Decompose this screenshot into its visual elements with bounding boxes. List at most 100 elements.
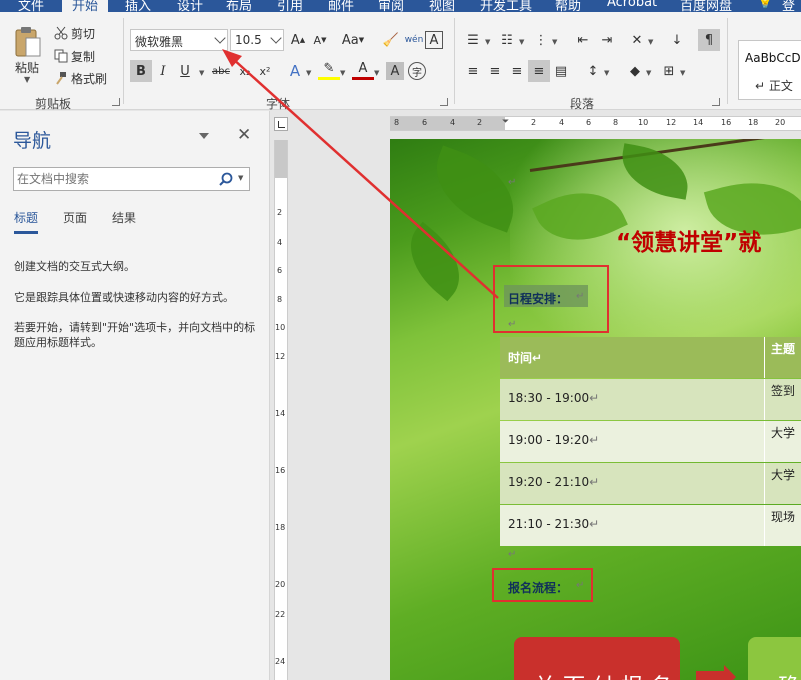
clear-format-icon[interactable]: 🧹 <box>380 29 402 51</box>
chevron-down-icon[interactable]: ▼ <box>646 69 651 77</box>
table-cell[interactable]: 19:20 - 21:10↵ <box>500 463 763 504</box>
tab-developer[interactable]: 开发工具 <box>480 0 532 12</box>
multilevel-list-icon[interactable]: ⋮ <box>530 29 552 51</box>
highlight-icon[interactable]: ✎ <box>318 60 340 80</box>
subscript-button[interactable]: x₂ <box>234 60 256 82</box>
style-normal[interactable]: AaBbCcDd ↵ 正文 <box>738 40 801 100</box>
justify-icon[interactable]: ≡ <box>528 60 550 82</box>
tab-file[interactable]: 文件 <box>18 0 44 12</box>
paste-button[interactable]: 粘贴 <box>15 59 39 76</box>
format-painter-button[interactable]: 格式刷 <box>54 69 107 87</box>
italic-button[interactable]: I <box>152 60 174 82</box>
chevron-down-icon[interactable]: ▼ <box>340 69 345 77</box>
tab-home[interactable]: 开始 <box>62 0 109 12</box>
chevron-down-icon[interactable]: ▼ <box>24 75 30 84</box>
paste-icon[interactable] <box>14 26 42 58</box>
grow-font-button[interactable]: A ▲ <box>287 29 309 51</box>
increase-indent-icon[interactable]: ⇥ <box>596 29 618 51</box>
chevron-down-icon[interactable]: ▼ <box>648 38 653 46</box>
table-cell[interactable]: 19:00 - 19:20↵ <box>500 421 763 462</box>
text-effects-icon[interactable]: A <box>284 60 306 82</box>
superscript-button[interactable]: x² <box>254 60 276 82</box>
font-color-icon[interactable]: A <box>352 60 374 80</box>
signup-step-button[interactable]: 关 而 付 报 名 <box>514 637 680 680</box>
bold-button[interactable]: B <box>130 60 152 82</box>
tab-design[interactable]: 设计 <box>177 0 203 12</box>
tab-acrobat[interactable]: Acrobat <box>607 0 657 10</box>
char-border-button[interactable]: A <box>425 31 443 49</box>
chevron-down-icon[interactable] <box>270 32 282 44</box>
chevron-down-icon[interactable] <box>199 133 209 139</box>
font-launcher-icon[interactable] <box>440 98 448 106</box>
search-icon[interactable] <box>219 172 233 186</box>
nav-tab-pages[interactable]: 页面 <box>63 209 87 226</box>
tab-login[interactable]: 登 <box>782 0 795 12</box>
cut-button[interactable]: 剪切 <box>54 24 95 42</box>
font-name-combo[interactable]: 微软雅黑 <box>130 29 228 51</box>
shading-bucket-icon[interactable]: ◆ <box>624 60 646 82</box>
table-cell[interactable]: 18:30 - 19:00↵ <box>500 379 763 420</box>
chinese-layout-icon[interactable]: ✕ <box>626 29 648 51</box>
table-header-cell[interactable]: 主题 <box>764 337 801 378</box>
table-header-cell[interactable]: 时间↵ <box>500 337 763 378</box>
chevron-down-icon[interactable] <box>214 32 226 44</box>
chevron-down-icon[interactable]: ▼ <box>519 38 524 46</box>
paragraph-launcher-icon[interactable] <box>712 98 720 106</box>
enclose-char-button[interactable]: 字 <box>408 62 426 80</box>
tab-baidu-netdisk[interactable]: 百度网盘 <box>680 0 732 12</box>
document-page[interactable]: ↵ “领慧讲堂”就 日程安排： ↵ ↵ 时间↵ 主题 18:30 - 19:00… <box>390 139 801 680</box>
char-shading-button[interactable]: A <box>386 62 404 80</box>
chevron-down-icon[interactable]: ▼ <box>306 69 311 77</box>
lightbulb-icon[interactable]: 💡 <box>757 0 773 10</box>
phonetic-guide-button[interactable]: wén <box>403 29 425 51</box>
clipboard-launcher-icon[interactable] <box>112 98 120 106</box>
tab-help[interactable]: 帮助 <box>555 0 581 12</box>
copy-button[interactable]: 复制 <box>54 47 95 65</box>
confirm-step-button[interactable]: 确 <box>748 637 801 680</box>
vertical-ruler[interactable]: 2 4 6 8 10 12 14 16 18 20 22 24 <box>274 140 288 680</box>
nav-tab-headings[interactable]: 标题 <box>14 209 39 234</box>
tab-review[interactable]: 审阅 <box>378 0 404 12</box>
chevron-down-icon[interactable]: ▼ <box>238 174 243 182</box>
chevron-down-icon[interactable]: ▼ <box>374 69 379 77</box>
align-center-icon[interactable]: ≡ <box>484 60 506 82</box>
chevron-down-icon[interactable]: ▼ <box>485 38 490 46</box>
line-spacing-icon[interactable]: ↕ <box>582 60 604 82</box>
numbering-icon[interactable]: ☷ <box>496 29 518 51</box>
align-right-icon[interactable]: ≡ <box>506 60 528 82</box>
chevron-down-icon[interactable]: ▼ <box>604 69 609 77</box>
table-cell[interactable]: 大学 <box>764 421 801 462</box>
table-cell[interactable]: 签到 <box>764 379 801 420</box>
tab-view[interactable]: 视图 <box>429 0 455 12</box>
bullets-icon[interactable]: ☰ <box>462 29 484 51</box>
close-icon[interactable]: ✕ <box>237 125 251 145</box>
tab-layout[interactable]: 布局 <box>226 0 252 12</box>
align-left-icon[interactable]: ≡ <box>462 60 484 82</box>
tab-mailings[interactable]: 邮件 <box>328 0 354 12</box>
table-cell[interactable]: 21:10 - 21:30↵ <box>500 505 763 546</box>
nav-tab-results[interactable]: 结果 <box>112 209 136 226</box>
sort-icon[interactable]: ↓ <box>666 29 688 51</box>
chevron-down-icon[interactable]: ▼ <box>552 38 557 46</box>
strikethrough-button[interactable]: abc <box>208 60 234 82</box>
nav-search-box[interactable]: ▼ <box>13 167 250 191</box>
indent-marker-icon[interactable]: ⏷ <box>502 117 509 127</box>
headline[interactable]: “领慧讲堂”就 <box>616 223 761 257</box>
nav-search-input[interactable] <box>17 171 212 187</box>
decrease-indent-icon[interactable]: ⇤ <box>572 29 594 51</box>
horizontal-ruler[interactable]: 8 6 4 2 2 4 6 8 10 12 14 16 18 20 ⏷ <box>390 116 801 131</box>
tab-references[interactable]: 引用 <box>277 0 303 12</box>
chevron-down-icon[interactable]: ▼ <box>199 69 204 77</box>
table-cell[interactable]: 大学 <box>764 463 801 504</box>
tab-selector[interactable] <box>274 117 288 131</box>
chevron-down-icon[interactable]: ▼ <box>680 69 685 77</box>
shrink-font-button[interactable]: A ▼ <box>309 29 331 51</box>
distributed-icon[interactable]: ▤ <box>550 60 572 82</box>
underline-button[interactable]: U <box>174 60 196 82</box>
change-case-button[interactable]: Aa ▼ <box>338 29 368 51</box>
borders-icon[interactable]: ⊞ <box>658 60 680 82</box>
table-cell[interactable]: 现场 <box>764 505 801 546</box>
tab-insert[interactable]: 插入 <box>125 0 151 12</box>
font-size-combo[interactable]: 10.5 <box>230 29 284 51</box>
show-marks-icon[interactable]: ¶ <box>698 29 720 51</box>
